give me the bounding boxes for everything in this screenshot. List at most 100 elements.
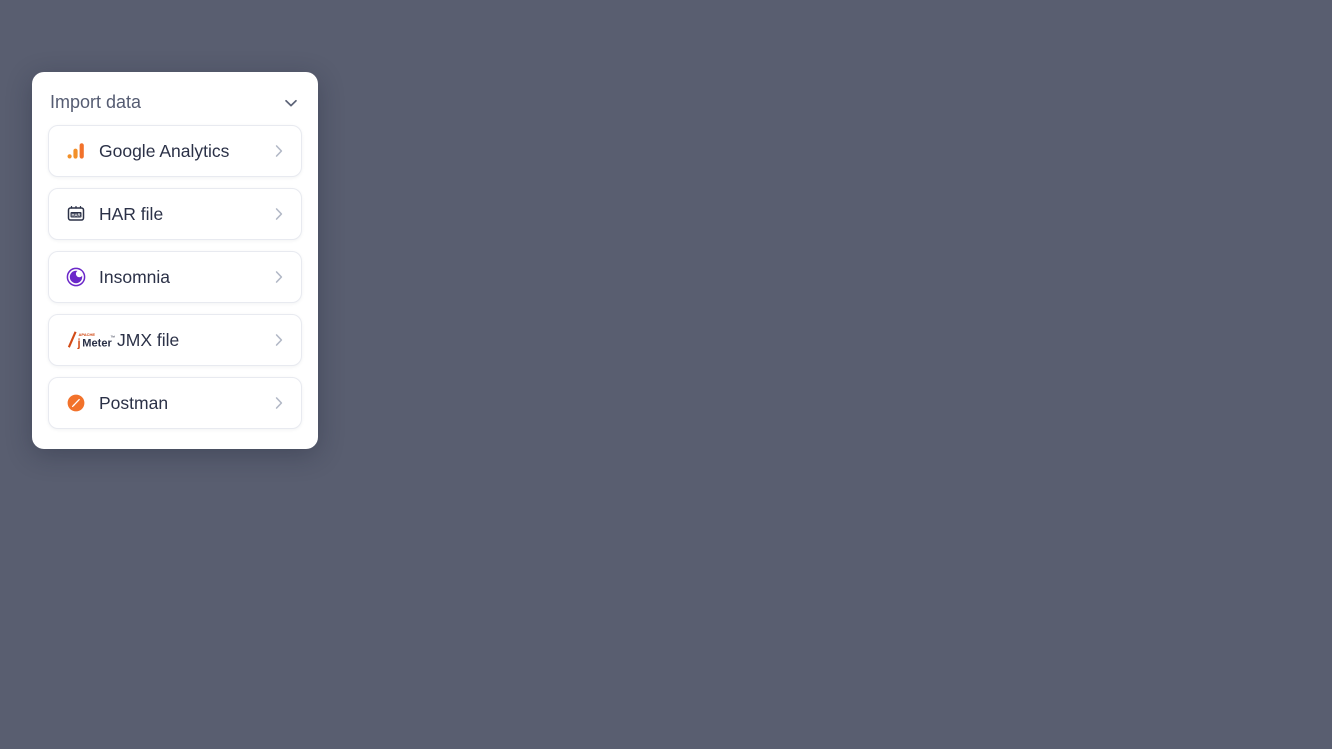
radio-percent[interactable]: Percent: [535, 266, 621, 287]
chevron-right-icon: [275, 397, 283, 409]
import-label: HAR file: [99, 203, 164, 224]
svg-text:j: j: [77, 338, 81, 350]
tab-thread-groups[interactable]: Thread groups: [355, 147, 828, 185]
radio-unselected-icon: [644, 268, 660, 284]
tab-label: Thread groups: [391, 147, 512, 168]
chevron-right-icon: [275, 543, 283, 555]
account-menu[interactable]: qa@mycompany.org: [925, 0, 1112, 60]
import-item-insomnia[interactable]: Insomnia: [48, 251, 302, 303]
parameters-panel: Parameters CSV CSV File Literal: [32, 470, 318, 646]
har-file-icon: HAR: [65, 203, 91, 225]
csv-file-icon: CSV: [65, 538, 91, 560]
parameter-item-csv-file[interactable]: CSV CSV File: [48, 523, 302, 575]
help-button[interactable]: [857, 0, 891, 60]
import-label: Insomnia: [99, 266, 171, 287]
profile-distribution-card: Profile distribution Percent Users: [355, 247, 1301, 305]
tab-active-underline: [355, 183, 828, 186]
folder-icon: [564, 20, 584, 40]
user-icon: [936, 20, 952, 41]
import-label: Google Analytics: [99, 140, 230, 161]
chevron-right-icon: [275, 208, 283, 220]
import-data-header[interactable]: Import data: [48, 88, 302, 115]
svg-text:HAR: HAR: [71, 212, 80, 217]
nav-item-new-test[interactable]: New test: [142, 0, 268, 60]
next-button[interactable]: Next: [838, 693, 936, 736]
radio-label: Percent: [561, 265, 622, 286]
users-icon: [1123, 20, 1140, 41]
import-item-google-analytics[interactable]: Google Analytics: [48, 125, 302, 177]
tips-button[interactable]: [891, 0, 925, 60]
main-content: untitled_project_15:08 Thread groups Loa…: [355, 72, 1302, 367]
import-item-postman[interactable]: Postman: [48, 377, 302, 429]
actions-button[interactable]: Actions: [1232, 208, 1299, 229]
svg-text:Meter: Meter: [82, 338, 112, 350]
default-settings-title: Default settings: [50, 686, 175, 706]
profile-distribution-label: Profile distribution: [376, 265, 516, 286]
nav-label: Running tests: [311, 19, 419, 40]
pulse-icon: [684, 20, 706, 40]
divider-right: [936, 355, 1302, 357]
parameter-item-literal[interactable]: Literal: [48, 586, 302, 638]
account-email: qa@mycompany.org: [958, 21, 1101, 38]
nav-item-projects[interactable]: Projects: [550, 0, 670, 60]
check-circle-icon: [156, 20, 177, 41]
new-thread-group-row: + New thread group: [355, 345, 1302, 367]
import-data-title: Import data: [50, 92, 142, 112]
import-item-jmx-file[interactable]: APACHE j Meter ™ JMX file: [48, 314, 302, 366]
import-label: JMX file: [117, 329, 180, 350]
literal-p-icon: [65, 601, 91, 623]
main-tabs: Thread groups Load profile: [355, 147, 1301, 186]
nav-label: New test: [186, 19, 255, 40]
new-thread-group-button[interactable]: + New thread group: [719, 345, 937, 367]
nav-item-all-tests[interactable]: All tests: [432, 0, 550, 60]
setup-section-header: Setup test requests Actions: [357, 208, 1299, 229]
actions-label: Actions: [1231, 208, 1289, 228]
radio-users[interactable]: Users: [643, 266, 715, 287]
radio-circle-icon: [836, 150, 853, 166]
svg-text:CSV: CSV: [71, 547, 80, 552]
google-analytics-icon: [65, 140, 91, 162]
pflb-logo[interactable]: PFLB: [28, 7, 120, 53]
chevron-right-icon: [275, 606, 283, 618]
list-icon: [282, 20, 302, 40]
team-menu[interactable]: default tea...: [1112, 0, 1243, 60]
tab-load-profile[interactable]: Load profile: [828, 147, 1301, 185]
parameters-header[interactable]: Parameters: [48, 486, 302, 513]
import-label: Postman: [99, 392, 169, 413]
top-header: PFLB New test Running tests All tests Pr…: [0, 0, 1332, 60]
chevron-right-icon: [275, 271, 283, 283]
nav-label: Trending: [714, 19, 784, 40]
jmeter-icon: APACHE j Meter ™: [65, 328, 115, 352]
team-name: default tea...: [1146, 21, 1233, 38]
question-circle-icon: [863, 17, 885, 44]
lightbulb-icon: [897, 17, 919, 44]
app-root: PFLB New test Running tests All tests Pr…: [0, 0, 1332, 749]
list-icon: [446, 20, 466, 40]
divider-left: [355, 355, 720, 357]
chevron-right-icon: [287, 689, 295, 704]
page-title: untitled_project_15:08: [357, 92, 608, 120]
main-nav: New test Running tests All tests Project…: [142, 0, 857, 60]
postman-icon: [65, 392, 91, 414]
exit-icon: [1254, 20, 1272, 41]
exit-button[interactable]: Exit: [1243, 0, 1316, 60]
chevron-right-icon: [275, 334, 283, 346]
import-item-har-file[interactable]: HAR HAR file: [48, 188, 302, 240]
section-title: Setup test requests: [357, 208, 513, 228]
save-button[interactable]: Save: [720, 693, 818, 736]
radio-label: Users: [669, 265, 716, 286]
chevron-down-icon: [285, 99, 297, 106]
new-thread-group-label: New thread group: [767, 345, 911, 366]
logo-bracket-icon: [91, 9, 117, 33]
kebab-menu-icon: [1296, 211, 1299, 226]
default-settings-panel[interactable]: Default settings: [32, 664, 318, 729]
exit-label: Exit: [1279, 21, 1305, 38]
plus-icon: +: [745, 343, 758, 368]
parameter-label: Literal: [99, 601, 147, 622]
nav-item-trending[interactable]: Trending: [671, 0, 797, 60]
nav-item-running-tests[interactable]: Running tests: [268, 0, 432, 60]
svg-text:APACHE: APACHE: [78, 332, 95, 337]
import-data-panel: Import data Google Analytics HAR HAR fil…: [32, 72, 318, 449]
parameter-label: CSV File: [99, 538, 169, 559]
footer-actions: Save Next: [355, 679, 1301, 749]
